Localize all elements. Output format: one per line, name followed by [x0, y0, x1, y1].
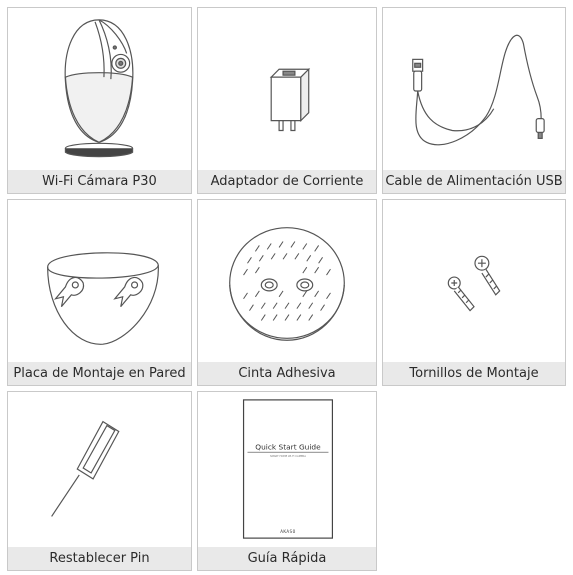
power-adapter-icon [198, 8, 376, 170]
quick-guide-icon: Quick Start Guide SMART HOME WI-FI CAMER… [198, 392, 376, 547]
guide-title: Quick Start Guide [255, 442, 321, 451]
item-wall-mount-plate: Placa de Montaje en Pared [7, 199, 192, 386]
reset-pin-icon [8, 392, 191, 547]
item-reset-pin: Restablecer Pin [7, 391, 192, 571]
item-power-adapter: Adaptador de Corriente [197, 7, 377, 194]
item-usb-cable-label: Cable de Alimentación USB [383, 170, 565, 193]
mounting-screws-icon [383, 200, 565, 362]
item-quick-guide-label: Guía Rápida [198, 547, 376, 570]
guide-subtitle: SMART HOME WI-FI CAMERA [270, 454, 306, 458]
item-camera: Wi-Fi Cámara P30 [7, 7, 192, 194]
wall-mount-plate-icon [8, 200, 191, 362]
adhesive-tape-icon [198, 200, 376, 362]
item-adhesive-tape: Cinta Adhesiva [197, 199, 377, 386]
item-usb-cable: Cable de Alimentación USB [382, 7, 566, 194]
item-power-adapter-label: Adaptador de Corriente [198, 170, 376, 193]
item-quick-guide: Quick Start Guide SMART HOME WI-FI CAMER… [197, 391, 377, 571]
usb-cable-icon [383, 8, 565, 170]
item-mounting-screws: Tornillos de Montaje [382, 199, 566, 386]
item-adhesive-tape-label: Cinta Adhesiva [198, 362, 376, 385]
security-camera-icon [8, 8, 191, 170]
item-wall-mount-plate-label: Placa de Montaje en Pared [8, 362, 191, 385]
guide-brand-logo: AKASO [280, 529, 295, 535]
item-camera-label: Wi-Fi Cámara P30 [8, 170, 191, 193]
item-mounting-screws-label: Tornillos de Montaje [383, 362, 565, 385]
item-reset-pin-label: Restablecer Pin [8, 547, 191, 570]
